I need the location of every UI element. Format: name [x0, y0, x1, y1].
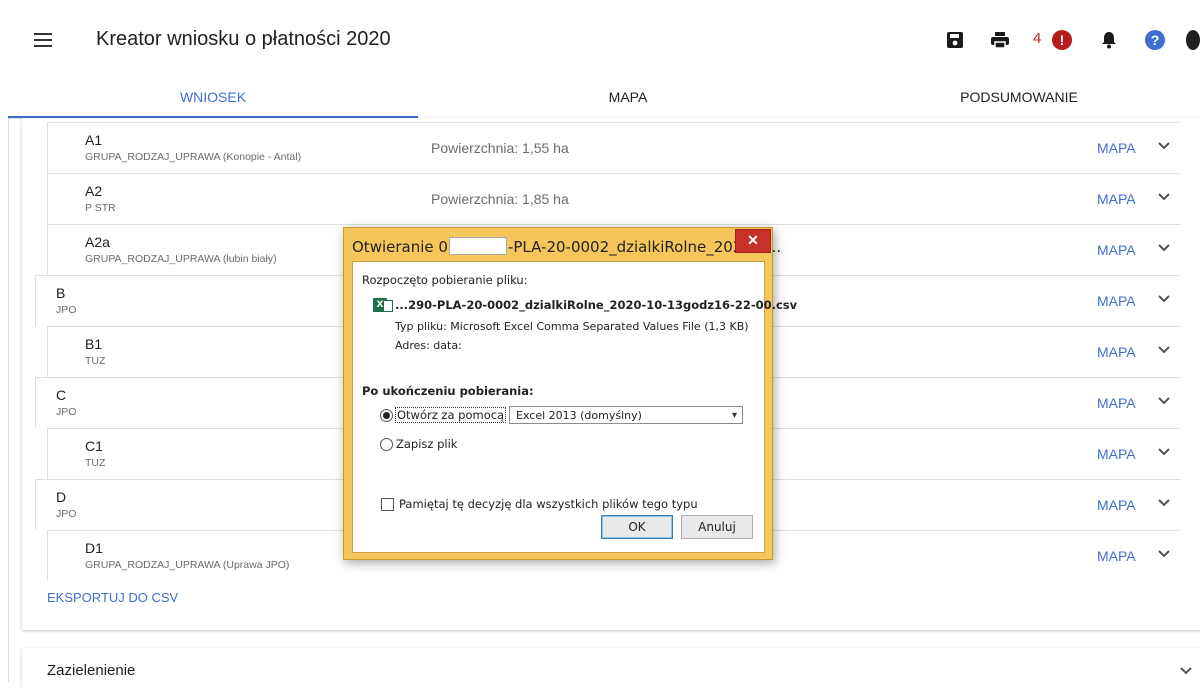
save-file-label[interactable]: Zapisz plik: [396, 437, 457, 451]
account-icon[interactable]: [1186, 28, 1200, 52]
parcel-area: Powierzchnia: 1,55 ha: [431, 140, 569, 156]
parcel-code: D: [56, 489, 67, 505]
parcel-area: Powierzchnia: 1,85 ha: [431, 191, 569, 207]
parcel-map-link[interactable]: MAPA: [1097, 191, 1136, 207]
parcel-crop: JPO: [56, 304, 77, 316]
parcel-map-link[interactable]: MAPA: [1097, 293, 1136, 309]
parcel-map-link[interactable]: MAPA: [1097, 344, 1136, 360]
download-started-text: Rozpoczęto pobieranie pliku:: [362, 273, 528, 287]
download-dialog: Otwieranie 0 -PLA-20-0002_dzialkiRolne_20…: [343, 227, 797, 560]
save-file-radio[interactable]: [380, 438, 393, 451]
top-app-bar: Kreator wniosku o płatności 2020 4 ! ?: [0, 0, 1200, 80]
parcel-crop: TUZ: [85, 457, 106, 469]
save-icon[interactable]: [944, 28, 966, 52]
chevron-down-icon: ▾: [731, 410, 737, 421]
chevron-down-icon[interactable]: [1156, 239, 1172, 255]
remember-label[interactable]: Pamiętaj tę decyzję dla wszystkich plikó…: [399, 497, 698, 511]
bell-icon[interactable]: [1098, 28, 1120, 52]
greening-panel-title: Zazielenienie: [47, 662, 136, 679]
parcel-map-link[interactable]: MAPA: [1097, 446, 1136, 462]
page-title: Kreator wniosku o płatności 2020: [96, 28, 391, 50]
print-icon[interactable]: [988, 28, 1012, 52]
parcel-code: C1: [85, 438, 103, 454]
parcel-crop: GRUPA_RODZAJ_UPRAWA (Uprawa JPO): [85, 559, 290, 571]
chevron-down-icon[interactable]: [1156, 545, 1172, 561]
greening-panel[interactable]: Zazielenienie: [22, 648, 1200, 688]
parcel-code: C: [56, 387, 67, 403]
open-with-app-select[interactable]: Excel 2013 (domyślny) ▾: [509, 406, 743, 424]
parcel-code: A2: [85, 183, 103, 199]
close-button[interactable]: ✕: [735, 229, 771, 253]
file-type: Typ pliku: Microsoft Excel Comma Separat…: [395, 320, 749, 333]
chevron-down-icon[interactable]: [1156, 392, 1172, 408]
chevron-down-icon[interactable]: [1156, 494, 1172, 510]
alert-icon[interactable]: !: [1051, 28, 1073, 52]
parcel-map-link[interactable]: MAPA: [1097, 497, 1136, 513]
alert-mark: !: [1052, 30, 1072, 50]
menu-icon[interactable]: [34, 33, 52, 47]
chevron-down-icon[interactable]: [1156, 188, 1172, 204]
parcel-row[interactable]: A1 GRUPA_RODZAJ_UPRAWA (Konopie - Antal) P…: [47, 122, 1181, 173]
tab-podsumowanie[interactable]: PODSUMOWANIE: [838, 80, 1200, 116]
parcel-code: D1: [85, 540, 103, 556]
parcel-crop: JPO: [56, 508, 77, 520]
parcel-row[interactable]: A2 P STR Powierzchnia: 1,85 ha MAPA: [47, 173, 1181, 224]
tab-mapa[interactable]: MAPA: [418, 80, 838, 116]
help-icon[interactable]: ?: [1144, 28, 1166, 52]
help-mark: ?: [1145, 30, 1165, 50]
tab-wniosek[interactable]: WNIOSEK: [8, 80, 418, 118]
open-with-app-value: Excel 2013 (domyślny): [516, 409, 642, 422]
chevron-down-icon[interactable]: [1156, 137, 1172, 153]
ok-button[interactable]: OK: [601, 515, 673, 539]
main-tabs: WNIOSEK MAPA PODSUMOWANIE: [8, 80, 1200, 119]
parcel-map-link[interactable]: MAPA: [1097, 242, 1136, 258]
dialog-body: Rozpoczęto pobieranie pliku: X ...290-PL…: [352, 261, 797, 553]
open-with-label[interactable]: Otwórz za pomocą: [395, 407, 507, 423]
cancel-button[interactable]: Anuluj: [681, 515, 753, 539]
parcel-map-link[interactable]: MAPA: [1097, 140, 1136, 156]
file-name: ...290-PLA-20-0002_dzialkiRolne_2020-10-…: [395, 298, 798, 312]
parcel-crop: P STR: [85, 202, 116, 214]
redacted-block: [448, 237, 507, 255]
parcel-crop: TUZ: [85, 355, 106, 367]
parcel-crop: GRUPA_RODZAJ_UPRAWA (łubin biały): [85, 253, 277, 265]
dialog-title-prefix: Otwieranie 0: [352, 238, 448, 256]
after-download-heading: Po ukończeniu pobierania:: [362, 384, 534, 398]
open-with-radio[interactable]: [380, 409, 393, 422]
parcel-code: B1: [85, 336, 103, 352]
chevron-down-icon: [1178, 662, 1194, 678]
chevron-down-icon[interactable]: [1156, 290, 1172, 306]
dialog-title: Otwieranie 0 -PLA-20-0002_dzialkiRolne_20…: [352, 237, 781, 256]
parcel-code: A2a: [85, 234, 110, 250]
chevron-down-icon[interactable]: [1156, 443, 1172, 459]
parcel-map-link[interactable]: MAPA: [1097, 395, 1136, 411]
chevron-down-icon[interactable]: [1156, 341, 1172, 357]
parcel-map-link[interactable]: MAPA: [1097, 548, 1136, 564]
parcel-crop: GRUPA_RODZAJ_UPRAWA (Konopie - Antal): [85, 151, 302, 163]
parcel-crop: JPO: [56, 406, 77, 418]
left-divider: [8, 118, 9, 682]
excel-sheet-icon: [383, 300, 393, 312]
export-csv-link[interactable]: EKSPORTUJ DO CSV: [47, 590, 178, 605]
parcel-code: A1: [85, 132, 103, 148]
notification-count: 4: [1033, 30, 1042, 47]
file-address: Adres: data:: [395, 339, 462, 352]
remember-checkbox[interactable]: [381, 498, 394, 511]
parcel-code: B: [56, 285, 66, 301]
